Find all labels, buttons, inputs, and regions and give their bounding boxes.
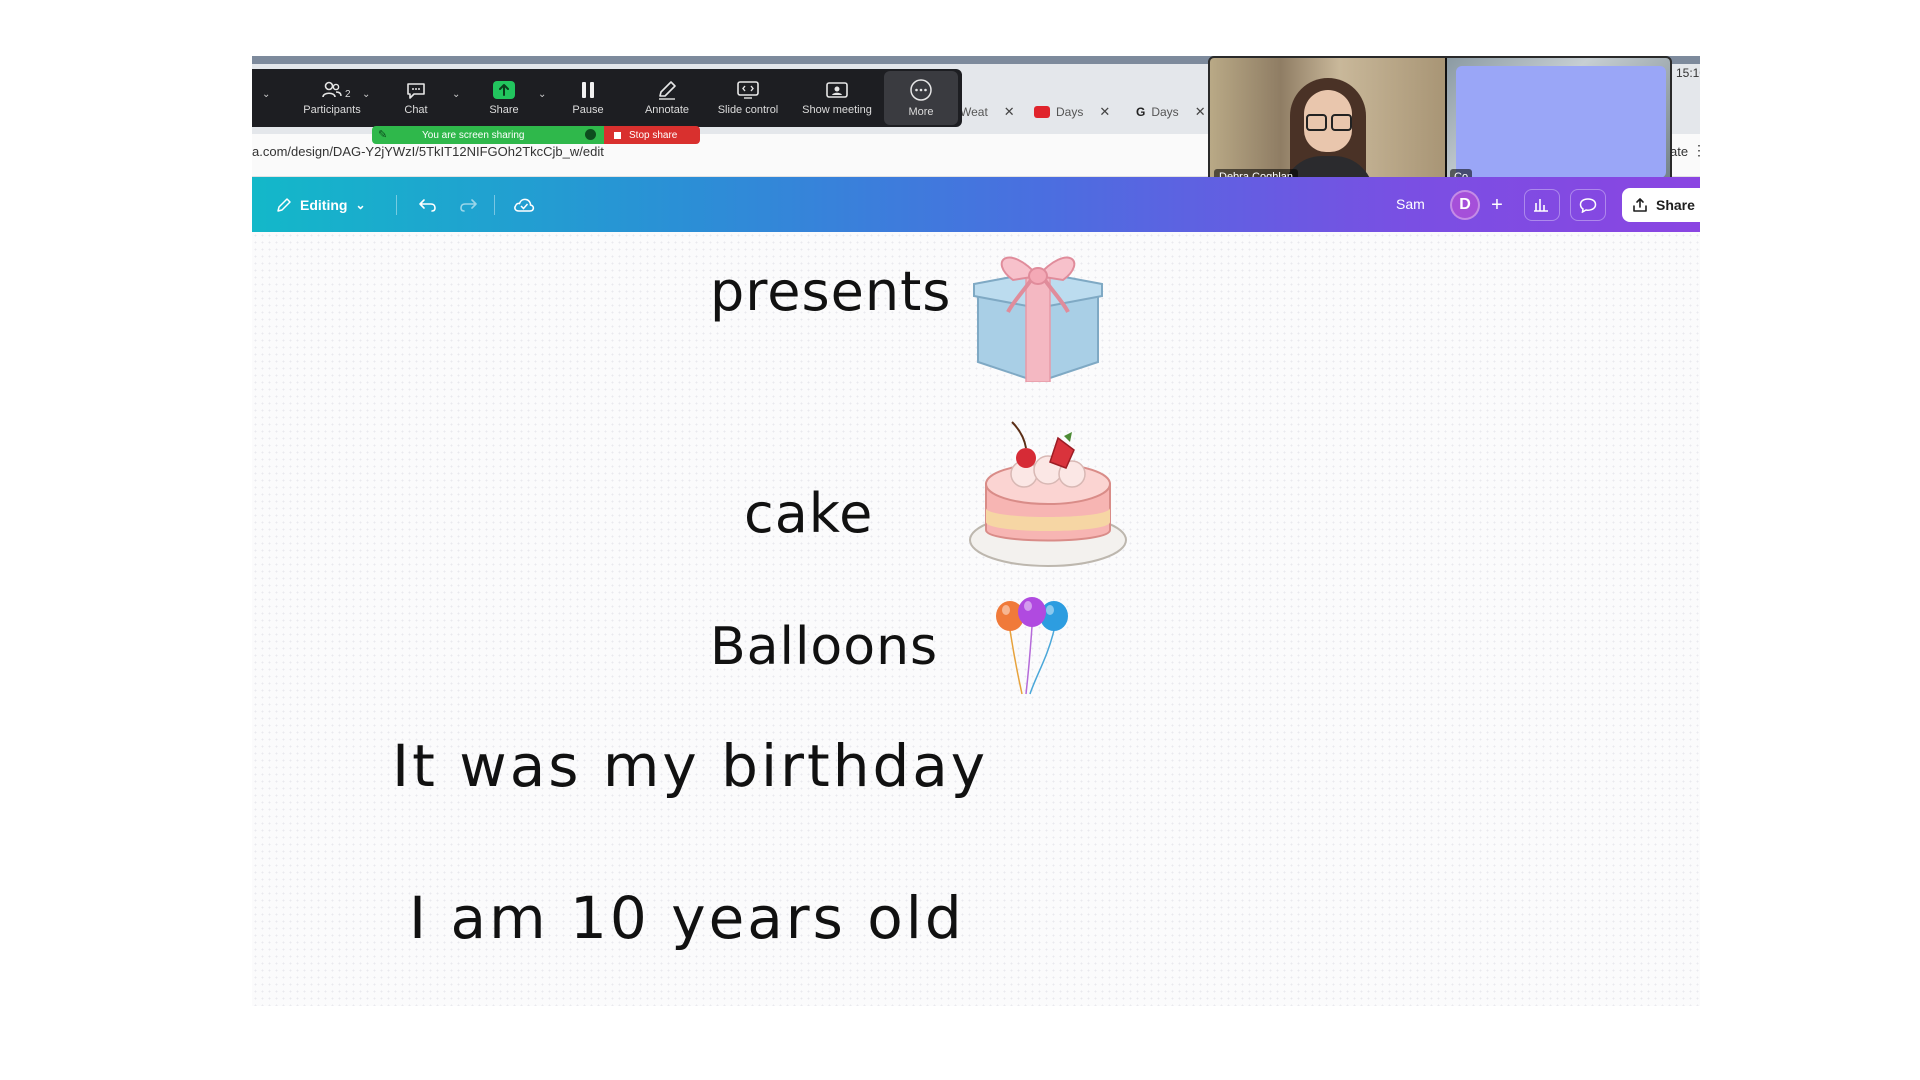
screen-share-view: Weat ✕ Days ✕ G Days ✕ a.com/design/DAG-…	[252, 56, 1700, 1006]
pause-label: Pause	[572, 104, 604, 116]
divider	[494, 195, 495, 215]
show-meeting-button[interactable]: Show meeting	[794, 69, 880, 127]
screen-sharing-text: You are screen sharing	[422, 129, 525, 141]
more-icon	[910, 79, 932, 101]
stop-icon	[614, 131, 621, 139]
zoom-meeting-toolbar: ⌄ Participants 2 ⌄ Chat ⌄ Share ⌄ Pause …	[252, 69, 962, 127]
tab-label: Days	[1151, 105, 1179, 119]
bar-chart-icon	[1534, 199, 1548, 212]
sentence-birthday[interactable]: It was my birthday	[392, 732, 988, 800]
pencil-icon	[277, 198, 291, 212]
chevron-down-icon[interactable]: ⌄	[452, 89, 460, 100]
glasses-left	[1306, 114, 1327, 131]
more-button[interactable]: More	[884, 69, 958, 127]
chevron-down-icon[interactable]: ⌄	[262, 89, 270, 100]
slide-control-button[interactable]: Slide control	[708, 69, 788, 127]
divider	[396, 195, 397, 215]
share-label: Share	[1656, 197, 1695, 213]
balloons-illustration[interactable]	[992, 596, 1072, 696]
close-icon[interactable]: ✕	[1099, 104, 1110, 120]
stop-share-button[interactable]: Stop share	[604, 126, 700, 144]
undo-button[interactable]	[414, 191, 442, 219]
insights-button[interactable]	[1524, 189, 1560, 221]
upload-icon	[1633, 198, 1647, 212]
comments-button[interactable]	[1570, 189, 1606, 221]
chat-button[interactable]: Chat	[386, 69, 446, 127]
add-collaborator-button[interactable]: +	[1482, 190, 1512, 220]
redo-icon	[460, 199, 477, 212]
share-screen-button[interactable]: Share	[474, 69, 534, 127]
chevron-down-icon[interactable]: ⌄	[538, 89, 546, 100]
slide-control-icon	[737, 81, 759, 99]
cake-illustration[interactable]	[966, 412, 1130, 572]
browser-tab-days-google[interactable]: G Days ✕	[1136, 100, 1206, 124]
comment-icon	[1579, 198, 1597, 213]
participants-count: 2	[345, 89, 351, 100]
annotate-label: Annotate	[644, 104, 690, 116]
stop-share-label: Stop share	[629, 129, 678, 141]
participants-icon	[322, 81, 342, 98]
design-canvas[interactable]: presents cake Balloons It was my birthda…	[252, 232, 1700, 1006]
screen-sharing-indicator[interactable]: ✎ You are screen sharing	[372, 126, 604, 144]
close-icon[interactable]: ✕	[1195, 104, 1206, 120]
browser-tab-days-youtube[interactable]: Days ✕	[1034, 100, 1110, 124]
clock: 15:10	[1676, 66, 1700, 80]
cloud-save-status[interactable]	[510, 191, 538, 219]
word-cake[interactable]: cake	[744, 482, 873, 545]
browser-tab-weather[interactable]: Weat ✕	[960, 100, 1015, 124]
canva-share-button[interactable]: Share	[1622, 188, 1700, 222]
more-label: More	[908, 106, 934, 118]
undo-icon	[419, 199, 436, 212]
browser-menu-icon[interactable]: ⋮	[1692, 142, 1700, 159]
show-meeting-icon	[826, 82, 848, 98]
editing-mode-button[interactable]: Editing ⌄	[276, 191, 366, 219]
partial-tab-text: ate	[1670, 144, 1689, 159]
participant-video-debra: Debra Coghlan	[1210, 58, 1445, 190]
annotate-button[interactable]: Annotate	[632, 69, 702, 127]
pause-icon	[582, 82, 594, 98]
tab-label: Weat	[960, 105, 988, 119]
url-text: a.com/design/DAG-Y2jYWzI/5TkIT12NIFGOh2T…	[252, 144, 604, 159]
share-screen-icon	[493, 81, 515, 99]
gift-illustration[interactable]	[968, 232, 1108, 382]
glasses-right	[1331, 114, 1352, 131]
share-label: Share	[489, 104, 519, 116]
video-panel[interactable]: Debra Coghlan Co	[1208, 56, 1672, 192]
cloud-check-icon	[514, 198, 535, 212]
slide-control-label: Slide control	[717, 104, 779, 116]
show-meeting-label: Show meeting	[802, 104, 872, 116]
pencil-icon	[659, 81, 676, 100]
redo-button[interactable]	[454, 191, 482, 219]
video-blocked-region	[1456, 66, 1666, 178]
canva-editor-header: Editing ⌄ Sam D + Share	[252, 177, 1700, 232]
chat-label: Chat	[404, 104, 428, 116]
youtube-icon	[1034, 106, 1050, 118]
close-icon[interactable]: ✕	[1004, 104, 1015, 120]
chat-icon	[407, 83, 425, 99]
shield-icon	[585, 129, 596, 140]
editing-label: Editing	[300, 197, 348, 213]
user-name: Sam	[1396, 196, 1425, 212]
avatar[interactable]: D	[1450, 190, 1480, 220]
sentence-age[interactable]: I am 10 years old	[409, 884, 965, 952]
participants-label: Participants	[303, 104, 361, 116]
word-presents[interactable]: presents	[710, 260, 951, 323]
pause-share-button[interactable]: Pause	[558, 69, 618, 127]
chevron-down-icon: ⌄	[355, 198, 366, 212]
word-balloons[interactable]: Balloons	[710, 617, 938, 677]
chevron-down-icon[interactable]: ⌄	[362, 89, 370, 100]
leaf-icon: ✎	[378, 129, 388, 141]
tab-label: Days	[1056, 105, 1084, 119]
google-icon: G	[1136, 105, 1146, 119]
